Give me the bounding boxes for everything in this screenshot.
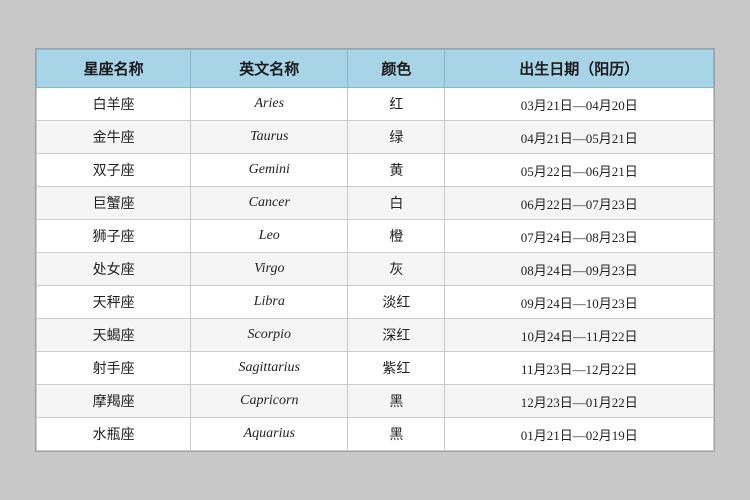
- cell-color: 紫红: [348, 352, 445, 385]
- cell-chinese: 金牛座: [37, 121, 191, 154]
- cell-color: 橙: [348, 220, 445, 253]
- cell-date: 09月24日—10月23日: [445, 286, 714, 319]
- cell-chinese: 巨蟹座: [37, 187, 191, 220]
- cell-color: 淡红: [348, 286, 445, 319]
- table-row: 天蝎座Scorpio深红10月24日—11月22日: [37, 319, 714, 352]
- cell-date: 06月22日—07月23日: [445, 187, 714, 220]
- cell-date: 11月23日—12月22日: [445, 352, 714, 385]
- cell-chinese: 白羊座: [37, 88, 191, 121]
- col-header-color: 颜色: [348, 50, 445, 88]
- zodiac-table-container: 星座名称 英文名称 颜色 出生日期（阳历） 白羊座Aries红03月21日—04…: [35, 48, 715, 452]
- cell-chinese: 摩羯座: [37, 385, 191, 418]
- cell-chinese: 天蝎座: [37, 319, 191, 352]
- cell-chinese: 处女座: [37, 253, 191, 286]
- cell-date: 10月24日—11月22日: [445, 319, 714, 352]
- col-header-chinese: 星座名称: [37, 50, 191, 88]
- cell-date: 03月21日—04月20日: [445, 88, 714, 121]
- cell-english: Taurus: [191, 121, 348, 154]
- table-body: 白羊座Aries红03月21日—04月20日金牛座Taurus绿04月21日—0…: [37, 88, 714, 451]
- cell-english: Virgo: [191, 253, 348, 286]
- cell-chinese: 双子座: [37, 154, 191, 187]
- table-row: 处女座Virgo灰08月24日—09月23日: [37, 253, 714, 286]
- cell-english: Capricorn: [191, 385, 348, 418]
- cell-date: 12月23日—01月22日: [445, 385, 714, 418]
- cell-color: 黄: [348, 154, 445, 187]
- col-header-english: 英文名称: [191, 50, 348, 88]
- cell-color: 黑: [348, 418, 445, 451]
- table-row: 巨蟹座Cancer白06月22日—07月23日: [37, 187, 714, 220]
- cell-english: Aquarius: [191, 418, 348, 451]
- cell-color: 白: [348, 187, 445, 220]
- cell-date: 01月21日—02月19日: [445, 418, 714, 451]
- cell-chinese: 水瓶座: [37, 418, 191, 451]
- cell-chinese: 射手座: [37, 352, 191, 385]
- cell-date: 07月24日—08月23日: [445, 220, 714, 253]
- cell-english: Cancer: [191, 187, 348, 220]
- cell-english: Sagittarius: [191, 352, 348, 385]
- cell-english: Gemini: [191, 154, 348, 187]
- cell-date: 05月22日—06月21日: [445, 154, 714, 187]
- cell-color: 红: [348, 88, 445, 121]
- cell-date: 04月21日—05月21日: [445, 121, 714, 154]
- cell-color: 绿: [348, 121, 445, 154]
- table-row: 射手座Sagittarius紫红11月23日—12月22日: [37, 352, 714, 385]
- cell-color: 灰: [348, 253, 445, 286]
- cell-english: Aries: [191, 88, 348, 121]
- cell-english: Libra: [191, 286, 348, 319]
- table-row: 金牛座Taurus绿04月21日—05月21日: [37, 121, 714, 154]
- cell-chinese: 狮子座: [37, 220, 191, 253]
- col-header-date: 出生日期（阳历）: [445, 50, 714, 88]
- cell-chinese: 天秤座: [37, 286, 191, 319]
- cell-english: Leo: [191, 220, 348, 253]
- table-header-row: 星座名称 英文名称 颜色 出生日期（阳历）: [37, 50, 714, 88]
- cell-color: 黑: [348, 385, 445, 418]
- table-row: 狮子座Leo橙07月24日—08月23日: [37, 220, 714, 253]
- cell-color: 深红: [348, 319, 445, 352]
- table-row: 摩羯座Capricorn黑12月23日—01月22日: [37, 385, 714, 418]
- table-row: 水瓶座Aquarius黑01月21日—02月19日: [37, 418, 714, 451]
- cell-english: Scorpio: [191, 319, 348, 352]
- cell-date: 08月24日—09月23日: [445, 253, 714, 286]
- table-row: 白羊座Aries红03月21日—04月20日: [37, 88, 714, 121]
- table-row: 天秤座Libra淡红09月24日—10月23日: [37, 286, 714, 319]
- zodiac-table: 星座名称 英文名称 颜色 出生日期（阳历） 白羊座Aries红03月21日—04…: [36, 49, 714, 451]
- table-row: 双子座Gemini黄05月22日—06月21日: [37, 154, 714, 187]
